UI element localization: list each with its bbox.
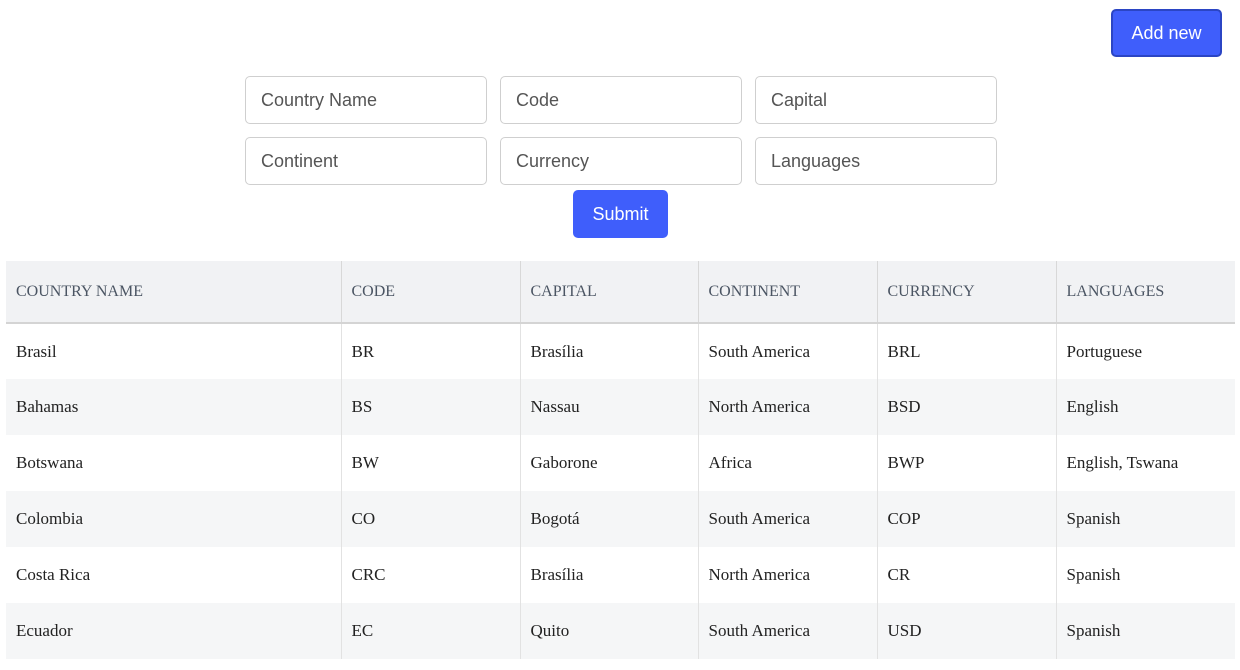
cell-country-name: Botswana: [6, 435, 342, 491]
header-languages: LANGUAGES: [1056, 261, 1235, 324]
cell-continent: South America: [698, 491, 878, 547]
cell-capital: Bogotá: [520, 491, 699, 547]
cell-continent: North America: [698, 547, 878, 603]
table-header-row: COUNTRY NAME CODE CAPITAL CONTINENT CURR…: [6, 261, 1235, 324]
header-code: CODE: [341, 261, 521, 324]
cell-currency: BSD: [877, 379, 1057, 435]
cell-code: CRC: [341, 547, 521, 603]
cell-languages: English, Tswana: [1056, 435, 1235, 491]
cell-currency: CR: [877, 547, 1057, 603]
cell-currency: BRL: [877, 323, 1057, 379]
cell-code: BS: [341, 379, 521, 435]
languages-input[interactable]: [755, 137, 997, 185]
cell-code: BW: [341, 435, 521, 491]
cell-languages: Portuguese: [1056, 323, 1235, 379]
cell-languages: Spanish: [1056, 547, 1235, 603]
cell-continent: Africa: [698, 435, 878, 491]
cell-country-name: Brasil: [6, 323, 342, 379]
table-row: Colombia CO Bogotá South America COP Spa…: [6, 491, 1235, 547]
cell-country-name: Ecuador: [6, 603, 342, 659]
country-form: [245, 76, 997, 185]
country-name-input[interactable]: [245, 76, 487, 124]
header-currency: CURRENCY: [877, 261, 1057, 324]
cell-code: CO: [341, 491, 521, 547]
add-new-button[interactable]: Add new: [1111, 9, 1222, 57]
cell-currency: BWP: [877, 435, 1057, 491]
cell-continent: South America: [698, 603, 878, 659]
cell-capital: Gaborone: [520, 435, 699, 491]
table-row: Brasil BR Brasília South America BRL Por…: [6, 323, 1235, 379]
code-input[interactable]: [500, 76, 742, 124]
cell-languages: Spanish: [1056, 603, 1235, 659]
cell-languages: Spanish: [1056, 491, 1235, 547]
currency-input[interactable]: [500, 137, 742, 185]
table-row: Ecuador EC Quito South America USD Spani…: [6, 603, 1235, 659]
countries-table-container: COUNTRY NAME CODE CAPITAL CONTINENT CURR…: [6, 261, 1235, 659]
cell-continent: South America: [698, 323, 878, 379]
cell-code: EC: [341, 603, 521, 659]
cell-country-name: Bahamas: [6, 379, 342, 435]
cell-capital: Quito: [520, 603, 699, 659]
cell-languages: English: [1056, 379, 1235, 435]
countries-table: COUNTRY NAME CODE CAPITAL CONTINENT CURR…: [6, 261, 1235, 659]
continent-input[interactable]: [245, 137, 487, 185]
table-row: Botswana BW Gaborone Africa BWP English,…: [6, 435, 1235, 491]
header-country-name: COUNTRY NAME: [6, 261, 342, 324]
cell-currency: COP: [877, 491, 1057, 547]
submit-button[interactable]: Submit: [573, 190, 668, 238]
cell-continent: North America: [698, 379, 878, 435]
cell-currency: USD: [877, 603, 1057, 659]
cell-capital: Brasília: [520, 547, 699, 603]
cell-capital: Brasília: [520, 323, 699, 379]
header-capital: CAPITAL: [520, 261, 699, 324]
table-row: Costa Rica CRC Brasília North America CR…: [6, 547, 1235, 603]
cell-capital: Nassau: [520, 379, 699, 435]
table-row: Bahamas BS Nassau North America BSD Engl…: [6, 379, 1235, 435]
cell-code: BR: [341, 323, 521, 379]
cell-country-name: Costa Rica: [6, 547, 342, 603]
header-continent: CONTINENT: [698, 261, 878, 324]
cell-country-name: Colombia: [6, 491, 342, 547]
capital-input[interactable]: [755, 76, 997, 124]
